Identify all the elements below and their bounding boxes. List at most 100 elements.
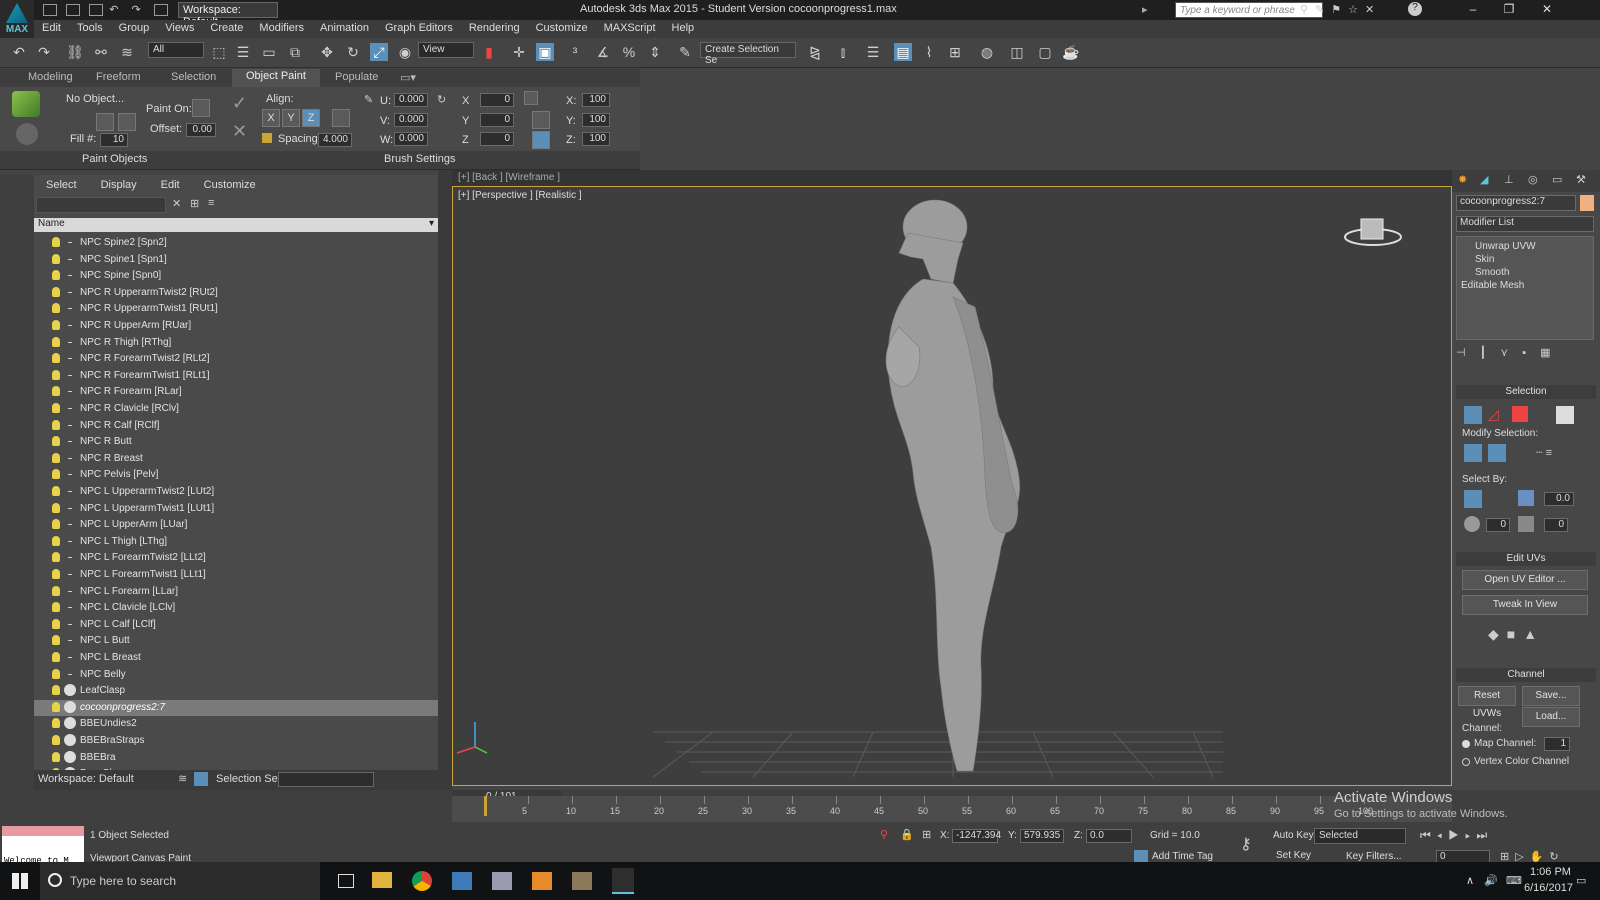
explorer-menu-edit[interactable]: Edit [149,175,192,191]
planar-angle-icon[interactable] [1518,490,1534,506]
explorer-row[interactable]: NPC R Forearm [RLar] [34,384,438,401]
workspace-dropdown[interactable]: Workspace: Default [178,2,278,28]
menu-create[interactable]: Create [202,20,251,34]
visibility-bulb-icon[interactable] [52,519,60,530]
playback-controls[interactable]: ⏮◂▶▸⏭ [1420,828,1493,843]
rot-z-input[interactable]: 0 [480,132,514,146]
unlink-icon[interactable]: ⚯ [92,43,110,61]
menu-customize[interactable]: Customize [528,20,596,34]
undo-icon[interactable]: ↶ [109,4,118,16]
edit-named-sets-icon[interactable]: ✎ [676,43,694,61]
link-icon[interactable]: ⛓ [66,43,84,61]
object-name-field[interactable]: cocoonprogress2:7 [1456,195,1576,211]
paint-on-icon[interactable] [192,99,210,117]
infocenter-icons[interactable]: ⚲✎⚑☆✕ [1300,3,1381,16]
explorer-menu-customize[interactable]: Customize [192,175,268,191]
clock-time[interactable]: 1:06 PM [1530,866,1571,878]
map-channel-input[interactable]: 1 [1544,737,1570,751]
column-header-name[interactable]: Name ▾ [34,218,438,232]
tab-selection[interactable]: Selection [171,71,216,83]
curve-editor-icon[interactable]: ⌇ [920,43,938,61]
ribbon-options-icon[interactable]: ▭▾ [400,71,416,84]
menu-modifiers[interactable]: Modifiers [251,20,312,34]
utilities-tab-icon[interactable]: ⚒ [1576,173,1586,186]
planar-angle-input[interactable]: 0.0 [1544,492,1574,506]
vertex-mode-icon[interactable] [1464,406,1482,424]
pick-list-icon[interactable] [96,113,114,131]
toggle-ribbon-icon[interactable]: ▤ [894,43,912,61]
visibility-bulb-icon[interactable] [52,685,60,696]
tweak-in-view-button[interactable]: Tweak In View [1462,595,1588,615]
selection-filter-dropdown[interactable]: All [148,42,204,58]
explorer-menu-select[interactable]: Select [34,175,89,191]
explorer-workspace-dropdown[interactable]: Workspace: Default [38,773,134,785]
v-input[interactable]: 0.000 [394,113,428,127]
cancel-x-icon[interactable]: ✕ [232,121,247,142]
menu-tools[interactable]: Tools [69,20,111,34]
visibility-bulb-icon[interactable] [52,353,60,364]
explorer-search-input[interactable] [36,197,166,213]
explorer-row[interactable]: NPC L ForearmTwist1 [LLt1] [34,567,438,584]
menu-edit[interactable]: Edit [34,20,69,34]
app-icon-2[interactable] [532,872,552,890]
bind-space-warp-icon[interactable]: ≋ [118,43,136,61]
explorer-row[interactable]: NPC R Thigh [RThg] [34,335,438,352]
rotate-icon[interactable]: ↻ [344,43,362,61]
undo-icon[interactable]: ↶ [10,43,28,61]
tab-populate[interactable]: Populate [335,71,378,83]
visibility-bulb-icon[interactable] [52,602,60,613]
visibility-bulb-icon[interactable] [52,751,60,762]
help-icon[interactable]: ? [1408,2,1422,16]
visibility-bulb-icon[interactable] [52,286,60,297]
angle-snap-icon[interactable]: ∡ [594,43,612,61]
volume-icon[interactable]: 🔊 [1484,874,1498,887]
percent-snap-icon[interactable]: % [620,43,638,61]
scale-uniform-icon[interactable] [532,111,550,129]
rot-x-input[interactable]: 0 [480,93,514,107]
polygon-mode-icon[interactable] [1512,406,1528,422]
select-object-icon[interactable]: ⬚ [210,43,228,61]
move-icon[interactable]: ✥ [318,43,336,61]
brush-edit-icon[interactable]: ✎ [364,93,373,106]
visibility-bulb-icon[interactable] [52,369,60,380]
menu-views[interactable]: Views [157,20,202,34]
scale-icon[interactable]: ⤢ [370,43,388,61]
commit-check-icon[interactable]: ✓ [232,93,247,114]
clock-date[interactable]: 6/16/2017 [1524,882,1573,894]
new-file-icon[interactable] [43,4,57,17]
visibility-bulb-icon[interactable] [52,635,60,646]
app-icon-3[interactable] [572,872,592,890]
redo-icon[interactable]: ↷ [131,4,140,16]
create-tab-icon[interactable]: ✸ [1458,173,1467,186]
auto-key-button[interactable]: Auto Key [1273,830,1314,841]
visibility-bulb-icon[interactable] [52,735,60,745]
ref-coord-dropdown[interactable]: View [418,42,474,58]
explorer-row[interactable]: NPC R Breast [34,451,438,468]
render-setup-icon[interactable]: ◫ [1008,43,1026,61]
paint-brush-icon[interactable] [12,91,40,117]
explorer-row[interactable]: BBEUndies2 [34,716,438,733]
explorer-row[interactable]: NPC R UpperArm [RUar] [34,318,438,335]
visibility-bulb-icon[interactable] [52,320,60,330]
reset-uvws-button[interactable]: Reset UVWs [1458,686,1516,719]
scale-y-input[interactable]: 100 [582,113,610,127]
timeline-track[interactable]: 5 10 15 20 25 30 35 40 45 50 55 60 65 70 75 80 85 90 95 100 [452,796,1452,822]
explorer-row[interactable]: NPC L Thigh [LThg] [34,534,438,551]
map-channel-radio[interactable] [1462,740,1470,748]
visibility-bulb-icon[interactable] [52,585,60,596]
explorer-row[interactable]: NPC R Clavicle [RClv] [34,401,438,418]
named-selection-set-dropdown[interactable]: Create Selection Se [700,42,796,66]
restore-button[interactable]: ❐ [1494,2,1524,18]
stack-tools-icons[interactable]: ⊣┃⋎▪▦ [1456,346,1594,362]
visibility-bulb-icon[interactable] [52,253,60,264]
project-folder-icon[interactable] [153,4,168,17]
place-icon[interactable]: ◉ [396,43,414,61]
visibility-bulb-icon[interactable] [52,419,60,430]
viewcube[interactable] [1344,218,1402,246]
render-production-icon[interactable]: ☕ [1062,43,1080,61]
open-uv-editor-button[interactable]: Open UV Editor ... [1462,570,1588,590]
vertex-color-channel-radio[interactable] [1462,758,1470,766]
rendered-frame-window-icon[interactable]: ▢ [1036,43,1054,61]
explorer-row[interactable]: NPC Belly [34,667,438,684]
minimize-button[interactable]: – [1458,2,1488,18]
